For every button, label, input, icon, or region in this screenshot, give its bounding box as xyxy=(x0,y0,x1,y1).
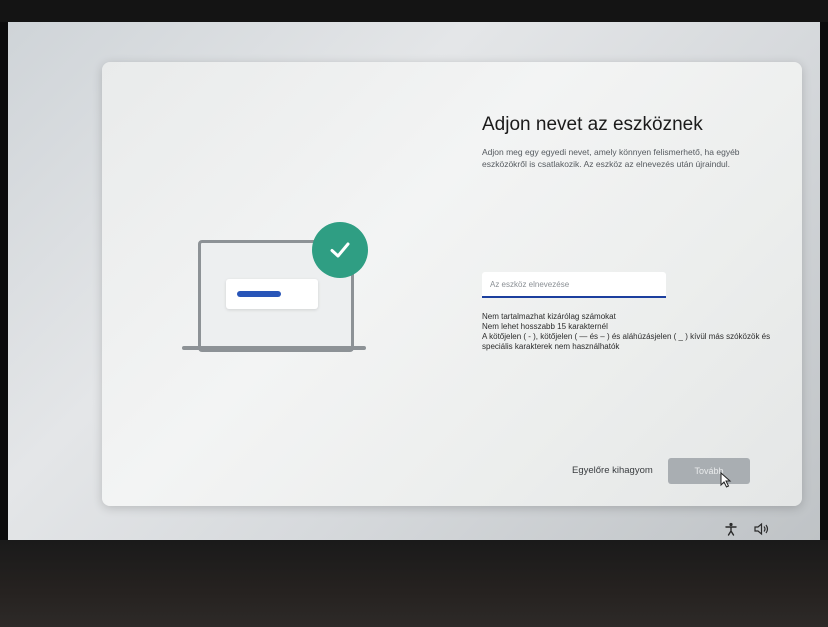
accessibility-icon[interactable] xyxy=(724,522,738,540)
next-button[interactable]: Tovább xyxy=(668,458,750,484)
name-field-bar xyxy=(237,291,281,297)
monitor-bezel-bottom xyxy=(0,540,828,627)
naming-rules: Nem tartalmazhat kizárólag számokat Nem … xyxy=(482,312,772,352)
oobe-screen: Adjon nevet az eszköznek Adjon meg egy e… xyxy=(8,22,820,540)
skip-button[interactable]: Egyelőre kihagyom xyxy=(572,465,653,476)
check-icon xyxy=(312,222,368,278)
volume-icon[interactable] xyxy=(754,522,770,540)
mouse-pointer-icon xyxy=(720,471,732,493)
rule-item: Nem tartalmazhat kizárólag számokat xyxy=(482,312,616,321)
page-title: Adjon nevet az eszköznek xyxy=(482,114,703,135)
name-field-illustration xyxy=(226,279,318,309)
rule-item: Nem lehet hosszabb 15 karakternél xyxy=(482,322,608,331)
laptop-base-illustration xyxy=(182,346,366,350)
device-name-input[interactable] xyxy=(482,272,666,298)
page-subtitle: Adjon meg egy egyedi nevet, amely könnye… xyxy=(482,147,740,169)
monitor-bezel-top xyxy=(0,0,828,22)
setup-dialog: Adjon nevet az eszköznek Adjon meg egy e… xyxy=(102,62,802,506)
rule-item: A kötőjelen ( - ), kötőjelen ( — és – ) … xyxy=(482,332,771,351)
